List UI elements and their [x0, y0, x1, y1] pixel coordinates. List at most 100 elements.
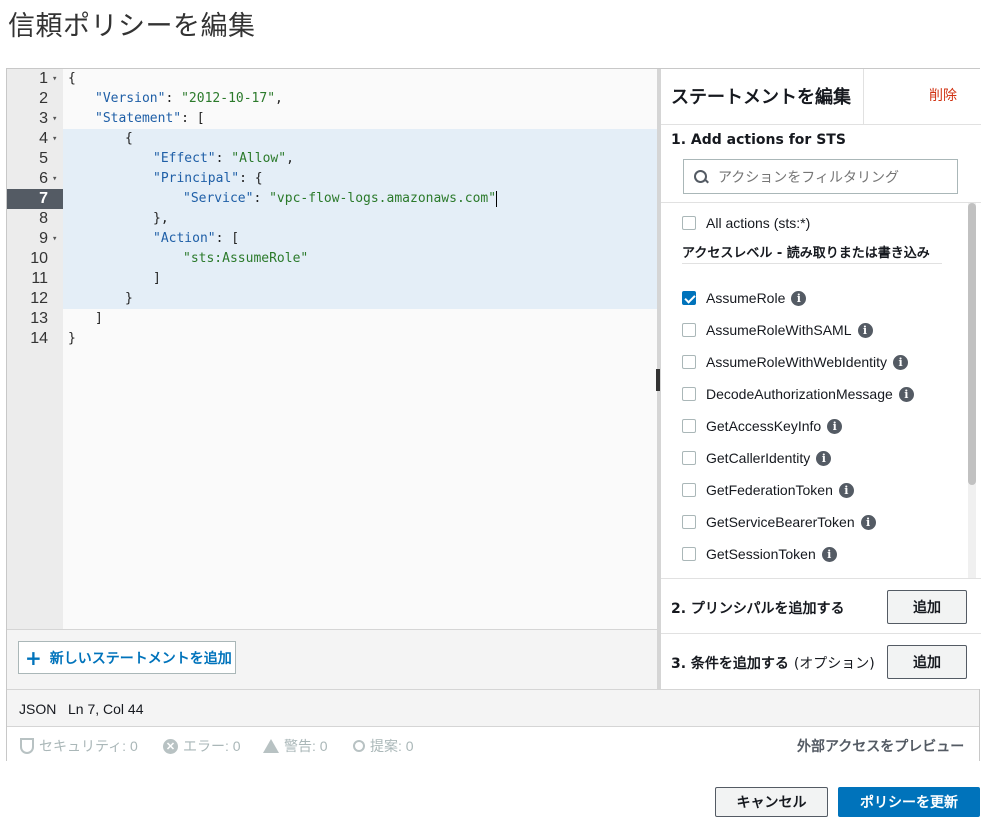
- preview-external-access-link[interactable]: 外部アクセスをプレビュー: [797, 736, 964, 756]
- line-number: 11: [31, 270, 48, 287]
- cancel-button[interactable]: キャンセル: [715, 787, 828, 817]
- info-icon[interactable]: i: [898, 386, 914, 402]
- add-statement-button[interactable]: + 新しいステートメントを追加: [18, 641, 236, 674]
- text-cursor: [496, 190, 498, 207]
- json-editor[interactable]: 1 ▾ { 2 "Version": "2012-10-17", 3 ▾ "St…: [7, 69, 657, 629]
- json-key: "Statement": [95, 111, 182, 126]
- resize-handle-icon[interactable]: [656, 369, 660, 391]
- fold-arrow-icon[interactable]: ▾: [52, 129, 57, 149]
- json-key: "Action": [153, 231, 216, 246]
- code-token: {: [68, 71, 76, 86]
- action-item-assumerole[interactable]: AssumeRole i: [682, 288, 807, 308]
- checkbox-checked[interactable]: [682, 291, 696, 305]
- line-number: 2: [39, 90, 48, 107]
- all-actions-item[interactable]: All actions (sts:*): [682, 213, 810, 233]
- code-line-14[interactable]: 14 }: [7, 329, 657, 349]
- warning-count[interactable]: 警告: 0: [263, 736, 328, 756]
- add-condition-button[interactable]: 追加: [887, 645, 967, 679]
- json-value: "Allow": [231, 151, 287, 166]
- action-label: GetFederationToken: [706, 482, 833, 498]
- code-line-3[interactable]: 3 ▾ "Statement": [: [7, 109, 657, 129]
- info-icon[interactable]: i: [860, 514, 876, 530]
- scrollbar-thumb[interactable]: [968, 203, 976, 485]
- action-item-getcalleridentity[interactable]: GetCallerIdentity i: [682, 448, 832, 468]
- suggestion-count[interactable]: 提案: 0: [353, 736, 414, 756]
- json-key: "Effect": [153, 151, 216, 166]
- info-icon[interactable]: i: [857, 322, 873, 338]
- code-line-11[interactable]: 11 ]: [7, 269, 657, 289]
- access-level-heading: アクセスレベル - 読み取りまたは書き込み: [682, 247, 942, 264]
- code-line-5[interactable]: 5 "Effect": "Allow",: [7, 149, 657, 169]
- panel-header: ステートメントを編集 削除: [661, 69, 981, 125]
- action-filter-input[interactable]: [718, 168, 948, 185]
- info-icon[interactable]: i: [893, 354, 909, 370]
- fold-arrow-icon[interactable]: ▾: [52, 69, 57, 89]
- error-x-icon: ✕: [163, 738, 178, 754]
- all-actions-label: All actions (sts:*): [706, 215, 811, 231]
- code-line-2[interactable]: 2 "Version": "2012-10-17",: [7, 89, 657, 109]
- checkbox[interactable]: [682, 216, 696, 230]
- action-item-assumerolewithwebidentity[interactable]: AssumeRoleWithWebIdentity i: [682, 352, 909, 372]
- code-line-7-active[interactable]: 7 "Service": "vpc-flow-logs.amazonaws.co…: [7, 189, 657, 209]
- checkbox[interactable]: [682, 451, 696, 465]
- checkbox[interactable]: [682, 483, 696, 497]
- checkbox[interactable]: [682, 323, 696, 337]
- lightbulb-icon: [353, 740, 365, 752]
- info-icon[interactable]: i: [816, 450, 832, 466]
- info-icon[interactable]: i: [838, 482, 854, 498]
- add-condition-label: 3. 条件を追加する (オプション): [671, 656, 875, 672]
- action-item-getaccesskeyinfo[interactable]: GetAccessKeyInfo i: [682, 416, 843, 436]
- line-number: 3: [39, 110, 48, 127]
- update-policy-button[interactable]: ポリシーを更新: [838, 787, 980, 817]
- policy-editor-frame: 1 ▾ { 2 "Version": "2012-10-17", 3 ▾ "St…: [6, 68, 981, 761]
- checkbox[interactable]: [682, 547, 696, 561]
- checkbox[interactable]: [682, 387, 696, 401]
- action-label: GetCallerIdentity: [706, 450, 811, 466]
- line-number: 14: [30, 330, 48, 347]
- shield-icon: [20, 738, 34, 754]
- checkbox[interactable]: [682, 515, 696, 529]
- action-item-getfederationtoken[interactable]: GetFederationToken i: [682, 480, 854, 500]
- line-number: 7: [39, 190, 48, 207]
- checkbox[interactable]: [682, 355, 696, 369]
- line-number: 5: [39, 150, 48, 167]
- code-line-12[interactable]: 12 }: [7, 289, 657, 309]
- line-number: 8: [39, 210, 48, 227]
- code-line-8[interactable]: 8 },: [7, 209, 657, 229]
- editor-status-bar: JSON Ln 7, Col 44: [7, 689, 979, 727]
- checkbox[interactable]: [682, 419, 696, 433]
- editor-mode: JSON: [19, 701, 57, 717]
- code-line-4[interactable]: 4 ▾ {: [7, 129, 657, 149]
- code-line-6[interactable]: 6 ▾ "Principal": {: [7, 169, 657, 189]
- code-line-13[interactable]: 13 ]: [7, 309, 657, 329]
- action-filter-field[interactable]: [683, 159, 958, 194]
- error-count[interactable]: ✕ エラー: 0: [163, 736, 241, 756]
- add-principal-section: 2. プリンシパルを追加する 追加: [661, 578, 981, 634]
- info-icon[interactable]: i: [821, 546, 837, 562]
- security-count[interactable]: セキュリティ: 0: [20, 736, 138, 756]
- code-line-10[interactable]: 10 "sts:AssumeRole": [7, 249, 657, 269]
- action-item-decodeauthorizationmessage[interactable]: DecodeAuthorizationMessage i: [682, 384, 914, 404]
- action-item-assumerolewithsaml[interactable]: AssumeRoleWithSAML i: [682, 320, 873, 340]
- line-number: 10: [30, 250, 48, 267]
- info-icon[interactable]: i: [791, 290, 807, 306]
- fold-arrow-icon[interactable]: ▾: [52, 109, 57, 129]
- action-label: DecodeAuthorizationMessage: [706, 386, 893, 402]
- fold-arrow-icon[interactable]: ▾: [52, 229, 57, 249]
- validation-bar: セキュリティ: 0 ✕ エラー: 0 警告: 0 提案: 0 外部アクセスをプレ…: [7, 727, 979, 761]
- delete-statement-link[interactable]: 削除: [929, 85, 957, 105]
- action-item-getservicebearertoken[interactable]: GetServiceBearerToken i: [682, 512, 876, 532]
- action-item-getsessiontoken[interactable]: GetSessionToken i: [682, 544, 837, 564]
- add-statement-label: 新しいステートメントを追加: [49, 650, 232, 667]
- add-actions-title: 1. Add actions for STS: [671, 132, 846, 148]
- json-key: "Version": [95, 91, 166, 106]
- code-line-1[interactable]: 1 ▾ {: [7, 69, 657, 89]
- json-key: "Principal": [153, 171, 240, 186]
- line-number: 12: [30, 290, 48, 307]
- code-line-9[interactable]: 9 ▾ "Action": [: [7, 229, 657, 249]
- action-label: AssumeRoleWithSAML: [706, 322, 852, 338]
- info-icon[interactable]: i: [827, 418, 843, 434]
- add-principal-button[interactable]: 追加: [887, 590, 967, 624]
- fold-arrow-icon[interactable]: ▾: [52, 169, 57, 189]
- plus-icon: +: [25, 645, 42, 670]
